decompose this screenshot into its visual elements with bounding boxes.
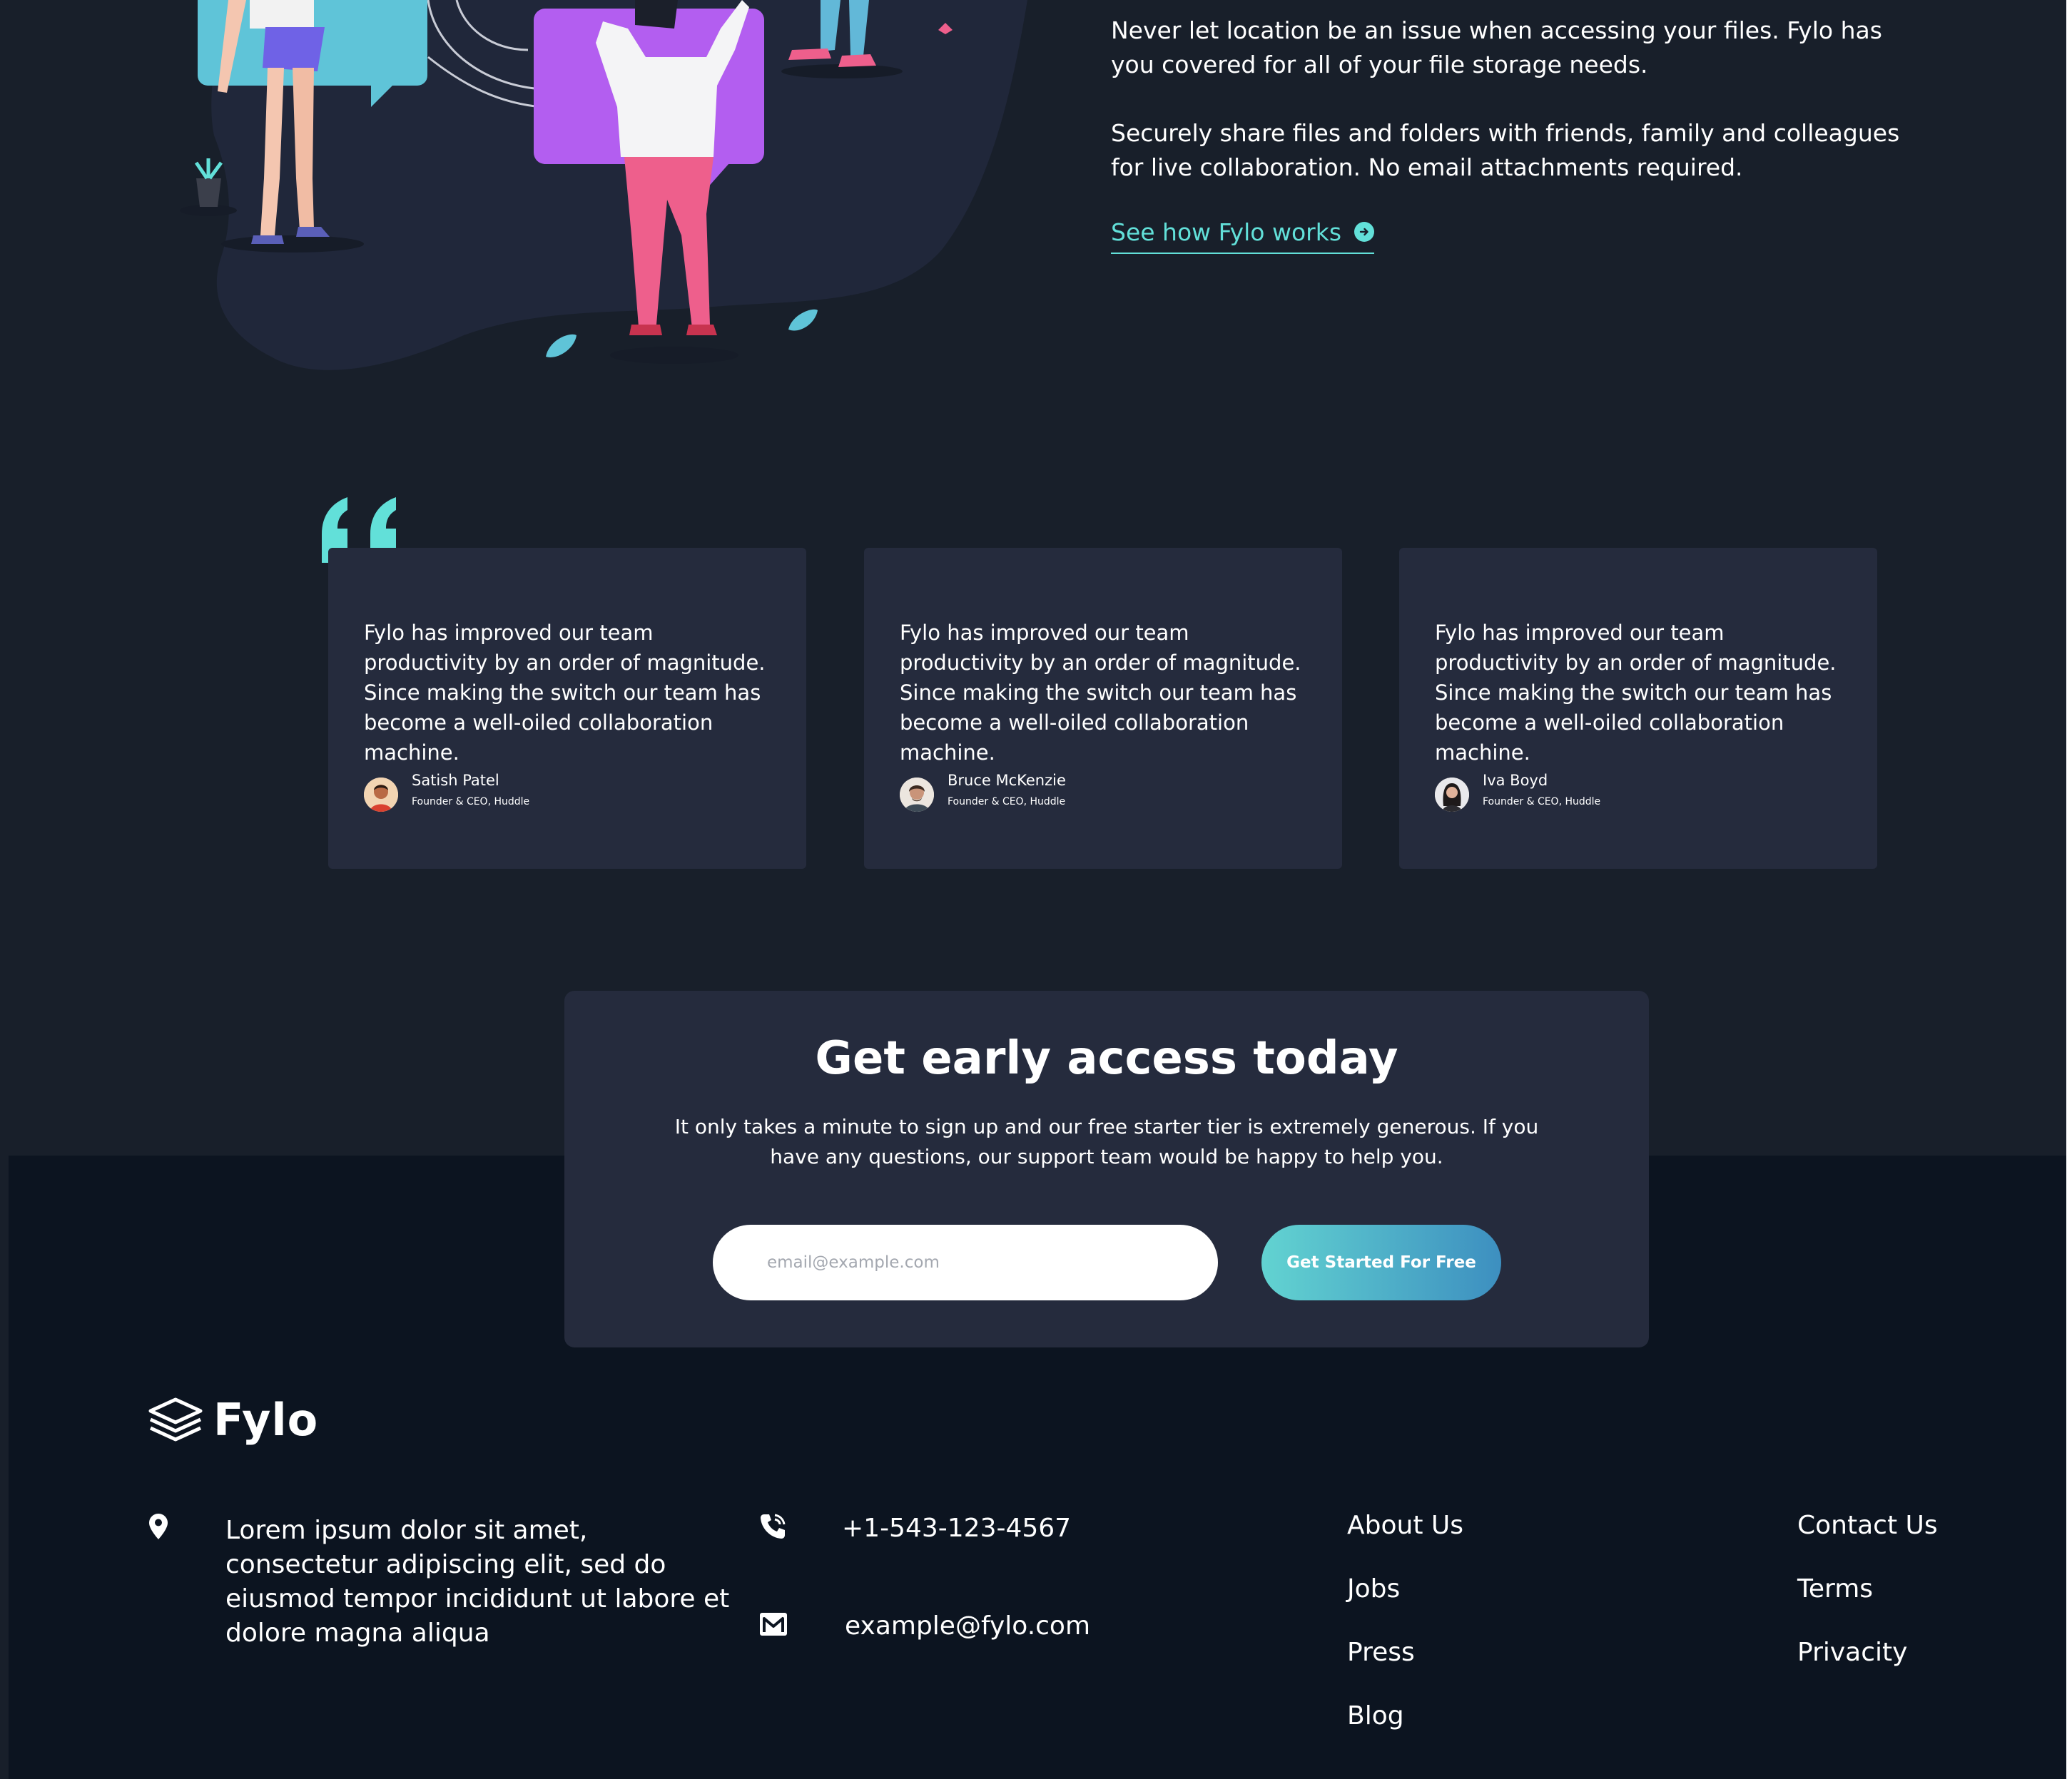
hero-paragraph-location: Never let location be an issue when acce… <box>1111 16 1882 78</box>
stacked-layers-icon <box>148 1397 203 1442</box>
author-name: Satish Patel <box>412 772 499 789</box>
footer-link-about-us[interactable]: About Us <box>1347 1511 1463 1540</box>
footer-logo-text: Fylo <box>213 1393 319 1446</box>
testimonial-quote: Fylo has improved our team productivity … <box>1435 621 1837 765</box>
testimonial-card: Fylo has improved our team productivity … <box>328 548 806 869</box>
footer-phone[interactable]: +1-543-123-4567 <box>842 1514 1071 1543</box>
see-how-link-label: See how Fylo works <box>1111 218 1342 246</box>
see-how-fylo-works-link[interactable]: See how Fylo works <box>1111 214 1375 254</box>
hero-paragraph-sharing: Securely share files and folders with fr… <box>1111 119 1900 181</box>
author-role: Founder & CEO, Huddle <box>1483 796 1601 807</box>
author-role: Founder & CEO, Huddle <box>948 796 1066 807</box>
avatar <box>1435 778 1469 812</box>
cta-title: Get early access today <box>815 1032 1398 1085</box>
footer-link-privacity[interactable]: Privacity <box>1797 1638 1907 1667</box>
hero-illustration <box>180 0 1027 370</box>
location-pin-icon <box>149 1514 168 1539</box>
author-role: Founder & CEO, Huddle <box>412 796 530 807</box>
testimonial-quote: Fylo has improved our team productivity … <box>900 621 1301 765</box>
email-input[interactable] <box>713 1225 1218 1300</box>
phone-icon <box>761 1514 786 1539</box>
footer-link-press[interactable]: Press <box>1347 1638 1415 1667</box>
avatar <box>364 778 398 812</box>
testimonial-quote: Fylo has improved our team productivity … <box>364 621 766 765</box>
window-edge <box>2066 0 2072 1779</box>
footer-link-blog[interactable]: Blog <box>1347 1701 1404 1730</box>
arrow-right-circle-icon <box>1354 222 1375 242</box>
author-name: Bruce McKenzie <box>948 772 1066 789</box>
footer-link-jobs[interactable]: Jobs <box>1347 1574 1400 1604</box>
early-access-panel: Get early access today It only takes a m… <box>564 991 1649 1347</box>
page-edge <box>0 1156 9 1779</box>
testimonial-card: Fylo has improved our team productivity … <box>1399 548 1877 869</box>
footer-link-terms[interactable]: Terms <box>1797 1574 1873 1604</box>
testimonial-card: Fylo has improved our team productivity … <box>864 548 1342 869</box>
footer-email[interactable]: example@fylo.com <box>845 1611 1090 1641</box>
avatar <box>900 778 934 812</box>
footer-link-contact-us[interactable]: Contact Us <box>1797 1511 1938 1540</box>
author-name: Iva Boyd <box>1483 772 1548 789</box>
footer-address: Lorem ipsum dolor sit amet, consectetur … <box>225 1516 730 1648</box>
footer-logo[interactable]: Fylo <box>148 1391 318 1448</box>
cta-subtitle: It only takes a minute to sign up and ou… <box>674 1115 1539 1168</box>
mail-icon <box>760 1613 787 1636</box>
get-started-button[interactable]: Get Started For Free <box>1261 1225 1501 1300</box>
